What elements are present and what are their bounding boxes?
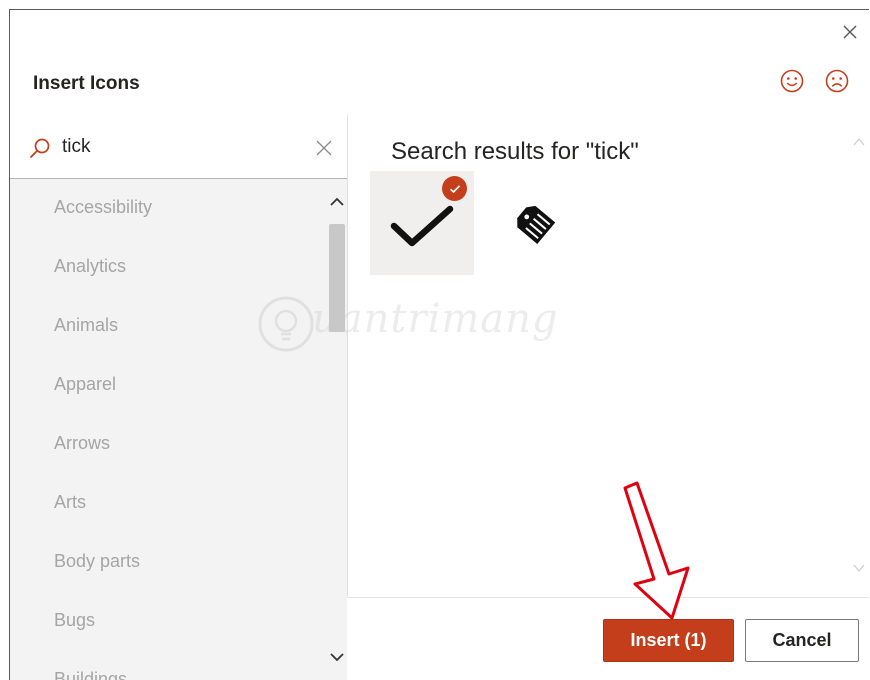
dialog-footer: Insert (1) Cancel: [347, 597, 869, 680]
chevron-down-icon[interactable]: [852, 561, 866, 575]
dialog-title: Insert Icons: [33, 73, 140, 94]
cancel-button[interactable]: Cancel: [745, 619, 859, 662]
chevron-up-icon[interactable]: [329, 195, 345, 209]
insert-button[interactable]: Insert (1): [603, 619, 734, 662]
category-apparel[interactable]: Apparel: [54, 374, 116, 395]
category-list: Accessibility Analytics Animals Apparel …: [10, 179, 347, 680]
chevron-down-icon[interactable]: [329, 650, 345, 664]
selected-badge: [442, 176, 467, 201]
category-body-parts[interactable]: Body parts: [54, 551, 140, 572]
close-button[interactable]: [836, 18, 864, 46]
close-icon: [843, 25, 857, 39]
frown-icon: [825, 69, 849, 93]
category-analytics[interactable]: Analytics: [54, 256, 126, 277]
search-icon: [30, 138, 50, 158]
category-buildings[interactable]: Buildings: [54, 669, 127, 680]
result-icon-price-tag[interactable]: [496, 185, 572, 261]
category-accessibility[interactable]: Accessibility: [54, 197, 152, 218]
clear-icon[interactable]: [313, 137, 335, 159]
chevron-up-icon[interactable]: [852, 135, 866, 149]
category-arts[interactable]: Arts: [54, 492, 86, 513]
search-box: [10, 115, 347, 179]
smile-feedback-button[interactable]: [779, 68, 805, 94]
result-icon-checkmark[interactable]: [370, 171, 474, 275]
results-panel: Search results for "tick": [347, 115, 867, 597]
price-tag-icon: [517, 205, 556, 245]
category-bugs[interactable]: Bugs: [54, 610, 95, 631]
category-scroll-thumb[interactable]: [329, 224, 345, 332]
category-arrows[interactable]: Arrows: [54, 433, 110, 454]
check-small-icon: [449, 184, 460, 193]
smile-icon: [780, 69, 804, 93]
results-scrollbar[interactable]: [848, 115, 868, 597]
insert-icons-dialog: Insert Icons Accessibility Analytics Ani…: [9, 9, 869, 680]
search-input[interactable]: [62, 133, 302, 161]
frown-feedback-button[interactable]: [824, 68, 850, 94]
category-animals[interactable]: Animals: [54, 315, 118, 336]
results-heading: Search results for "tick": [391, 138, 639, 165]
category-scrollbar[interactable]: [326, 179, 347, 680]
